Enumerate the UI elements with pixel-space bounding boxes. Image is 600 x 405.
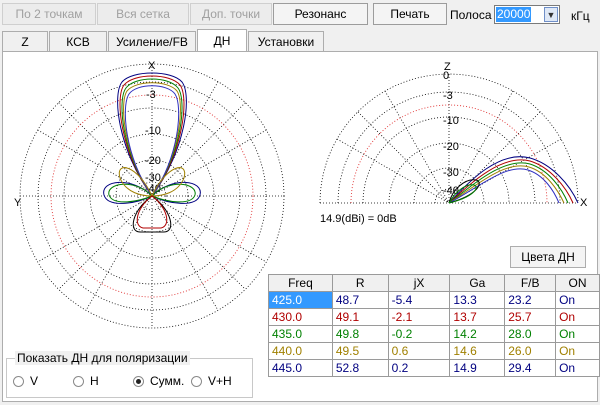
elevation-reference-text: 14.9(dBi) = 0dB	[320, 213, 397, 225]
elevation-ring-label: -20	[443, 141, 459, 153]
elevation-plot: Z X 0 -3 -10 -20 -30 -40 14.9(dBi) = 0dB	[319, 61, 588, 225]
cell-freq[interactable]: 440.0	[268, 342, 333, 360]
cell-freq[interactable]: 425.0	[268, 291, 333, 309]
cell-r[interactable]: 49.5	[331, 342, 389, 360]
radio-v-dot[interactable]	[13, 375, 24, 387]
cell-on[interactable]: On	[555, 359, 600, 377]
cell-fb[interactable]: 25.7	[504, 308, 557, 326]
elevation-ring-label: -30	[443, 167, 459, 179]
radio-sum[interactable]: Сумм.	[133, 374, 184, 388]
col-header-fb: F/B	[504, 274, 557, 292]
radio-v-plus-h-label: V+H	[208, 374, 232, 388]
elevation-ring-label: -3	[443, 90, 453, 102]
table-row[interactable]: 440.0 49.5 0.6 14.6 26.0 On	[268, 342, 600, 360]
table-row[interactable]: 435.0 49.8 -0.2 14.2 28.0 On	[268, 325, 600, 343]
cell-fb[interactable]: 26.0	[504, 342, 557, 360]
cell-r[interactable]: 49.1	[331, 308, 389, 326]
cell-fb[interactable]: 28.0	[504, 325, 557, 343]
polarization-group: Показать ДН для поляризации V H Сумм. V+…	[6, 351, 253, 398]
radio-sum-dot[interactable]	[133, 375, 144, 387]
azimuth-plot: X Y -3 -10 -20 -30 -40	[14, 60, 285, 329]
polarization-title: Показать ДН для поляризации	[15, 351, 190, 365]
cell-r[interactable]: 48.7	[331, 291, 389, 309]
cell-jx[interactable]: 0.2	[387, 359, 451, 377]
elevation-right-label: X	[580, 197, 588, 209]
elevation-ring-label: 0	[443, 70, 449, 82]
table-header-row: Freq R jX Ga F/B ON	[268, 274, 600, 292]
cell-freq[interactable]: 445.0	[268, 359, 333, 377]
cell-fb[interactable]: 29.4	[504, 359, 557, 377]
azimuth-top-label: X	[148, 60, 156, 72]
radio-sum-label: Сумм.	[150, 374, 185, 388]
table-row[interactable]: 430.0 49.1 -2.1 13.7 25.7 On	[268, 308, 600, 326]
cell-jx[interactable]: 0.6	[387, 342, 451, 360]
cell-jx[interactable]: -0.2	[387, 325, 451, 343]
col-header-on: ON	[555, 274, 600, 292]
radio-v-plus-h-dot[interactable]	[191, 375, 202, 387]
azimuth-ring-label: -20	[145, 155, 161, 167]
col-header-freq: Freq	[268, 274, 333, 292]
cell-on[interactable]: On	[555, 291, 600, 309]
cell-r[interactable]: 49.8	[331, 325, 389, 343]
cell-freq[interactable]: 435.0	[268, 325, 333, 343]
radio-v-plus-h[interactable]: V+H	[191, 374, 232, 388]
radio-h[interactable]: H	[73, 374, 99, 388]
frequency-table: Freq R jX Ga F/B ON 425.0 48.7 -5.4 13.3 23.…	[268, 274, 600, 377]
azimuth-left-label: Y	[14, 197, 22, 209]
cell-ga[interactable]: 13.3	[449, 291, 506, 309]
col-header-ga: Ga	[449, 274, 506, 292]
azimuth-ring-label: -10	[145, 125, 161, 137]
cell-ga[interactable]: 14.9	[449, 359, 506, 377]
table-row[interactable]: 445.0 52.8 0.2 14.9 29.4 On	[268, 359, 600, 377]
pattern-colors-button[interactable]: Цвета ДН	[510, 246, 586, 268]
elevation-ring-label: -10	[443, 115, 459, 127]
radio-v[interactable]: V	[13, 374, 38, 388]
cell-fb[interactable]: 23.2	[504, 291, 557, 309]
cell-jx[interactable]: -2.1	[387, 308, 451, 326]
cell-ga[interactable]: 14.2	[449, 325, 506, 343]
cell-r[interactable]: 52.8	[331, 359, 389, 377]
radio-v-label: V	[30, 374, 39, 388]
col-header-jx: jX	[387, 274, 451, 292]
cell-jx[interactable]: -5.4	[387, 291, 451, 309]
cell-on[interactable]: On	[555, 308, 600, 326]
cell-on[interactable]: On	[555, 325, 600, 343]
col-header-r: R	[331, 274, 389, 292]
radio-h-dot[interactable]	[73, 375, 84, 387]
cell-ga[interactable]: 14.6	[449, 342, 506, 360]
cell-ga[interactable]: 13.7	[449, 308, 506, 326]
cell-freq[interactable]: 430.0	[268, 308, 333, 326]
azimuth-ring-label: -3	[146, 89, 156, 101]
radio-h-label: H	[90, 374, 99, 388]
table-row[interactable]: 425.0 48.7 -5.4 13.3 23.2 On	[268, 291, 600, 309]
cell-on[interactable]: On	[555, 342, 600, 360]
